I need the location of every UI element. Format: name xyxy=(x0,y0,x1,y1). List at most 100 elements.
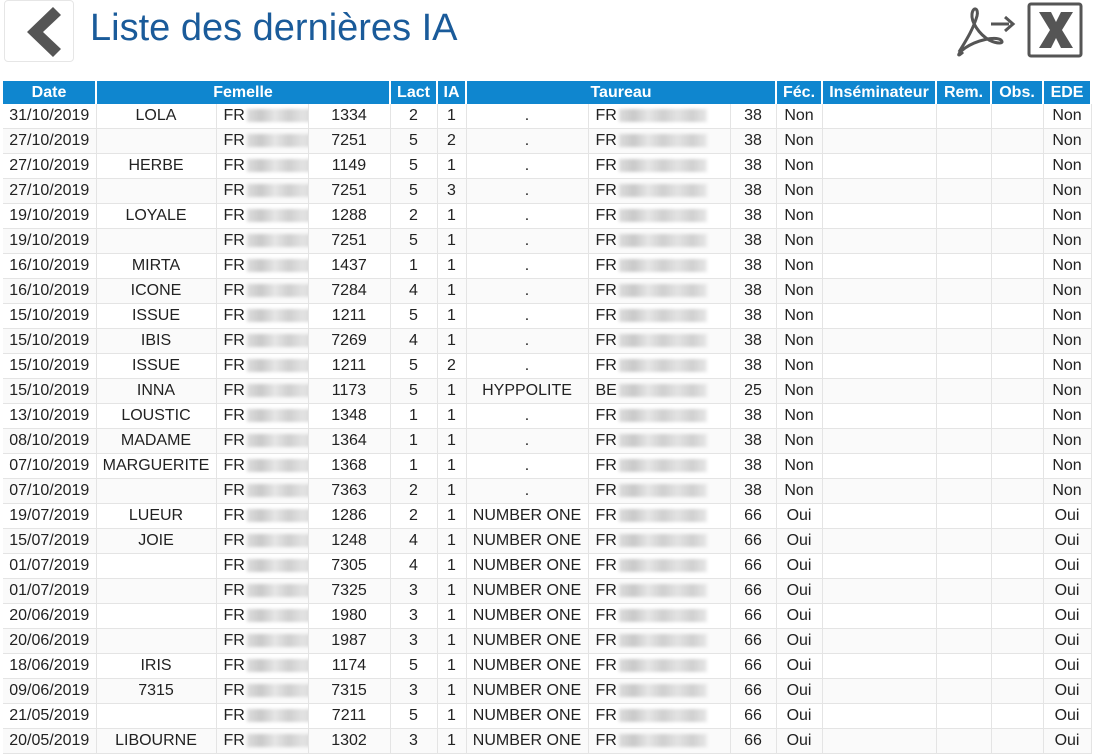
table-row[interactable]: 19/07/2019 LUEUR FR 1286 2 1 NUMBER ONE FR 66 Oui… xyxy=(3,503,1092,529)
cell-femelle-name xyxy=(96,128,217,154)
cell-taureau-name: . xyxy=(466,178,589,204)
cell-fec: Non xyxy=(776,178,823,204)
cell-taureau-code: 38 xyxy=(730,203,777,229)
redacted-id xyxy=(618,284,707,298)
cell-taureau-code: 66 xyxy=(730,703,777,729)
table-row[interactable]: 19/10/2019 LOYALE FR 1288 2 1. FR 38 Non Non xyxy=(3,203,1092,229)
cell-inseminateur xyxy=(822,728,937,754)
table-row[interactable]: 07/10/2019 MARGUERITE FR 1368 1 1. FR 38 Non Non xyxy=(3,453,1092,479)
cell-rem xyxy=(936,478,992,504)
redacted-id xyxy=(618,134,707,148)
cell-date: 15/07/2019 xyxy=(3,528,97,554)
cell-rem xyxy=(936,278,992,304)
col-lact[interactable]: Lact xyxy=(390,81,438,104)
cell-fec: Non xyxy=(776,203,823,229)
export-pdf-button[interactable] xyxy=(951,2,1021,58)
table-row[interactable]: 27/10/2019 FR 7251 5 2. FR 38 Non Non xyxy=(3,128,1092,154)
cell-fec: Non xyxy=(776,478,823,504)
cell-rem xyxy=(936,128,992,154)
table-row[interactable]: 16/10/2019 MIRTA FR 1437 1 1. FR 38 Non Non xyxy=(3,253,1092,279)
cell-ia: 1 xyxy=(437,653,467,679)
table-row[interactable]: 15/07/2019 JOIE FR 1248 4 1 NUMBER ONE FR 66 Oui O… xyxy=(3,528,1092,554)
col-taureau[interactable]: Taureau xyxy=(466,81,778,104)
cell-date: 21/05/2019 xyxy=(3,703,97,729)
cell-obs xyxy=(991,178,1044,204)
cell-taureau-name: . xyxy=(466,278,589,304)
cell-inseminateur xyxy=(822,528,937,554)
table-row[interactable]: 08/10/2019 MADAME FR 1364 1 1. FR 38 Non Non xyxy=(3,428,1092,454)
table-row[interactable]: 01/07/2019 FR 7305 4 1 NUMBER ONE FR 66 Oui Oui xyxy=(3,553,1092,579)
cell-taureau-name: HYPPOLITE xyxy=(466,378,589,404)
export-excel-button[interactable] xyxy=(1027,2,1085,58)
redacted-id xyxy=(246,534,307,548)
col-date[interactable]: Date xyxy=(3,81,97,104)
table-row[interactable]: 15/10/2019 IBIS FR 7269 4 1. FR 38 Non Non xyxy=(3,328,1092,354)
cell-ia: 1 xyxy=(437,503,467,529)
table-row[interactable]: 15/10/2019 ISSUE FR 1211 5 1. FR 38 Non Non xyxy=(3,303,1092,329)
cell-femelle-name xyxy=(96,628,217,654)
table-row[interactable]: 16/10/2019 ICONE FR 7284 4 1. FR 38 Non Non xyxy=(3,278,1092,304)
table-row[interactable]: 07/10/2019 FR 7363 2 1. FR 38 Non Non xyxy=(3,478,1092,504)
cell-obs xyxy=(991,253,1044,279)
table-row[interactable]: 27/10/2019 HERBE FR 1149 5 1. FR 38 Non Non xyxy=(3,153,1092,179)
cell-ede: Non xyxy=(1043,403,1092,429)
cell-femelle-num: 1211 xyxy=(308,303,391,329)
cell-ede: Non xyxy=(1043,203,1092,229)
cell-taureau-name: . xyxy=(466,428,589,454)
cell-femelle-num: 1987 xyxy=(308,628,391,654)
cell-lact: 2 xyxy=(390,503,438,529)
table-row[interactable]: 31/10/2019 LOLA FR 1334 2 1. FR 38 Non Non xyxy=(3,104,1092,129)
table-row[interactable]: 13/10/2019 LOUSTIC FR 1348 1 1. FR 38 Non Non xyxy=(3,403,1092,429)
cell-date: 19/07/2019 xyxy=(3,503,97,529)
cell-ede: Oui xyxy=(1043,678,1092,704)
cell-fec: Non xyxy=(776,253,823,279)
cell-femelle-num: 7251 xyxy=(308,178,391,204)
cell-femelle-id: FR xyxy=(216,478,309,504)
redacted-id xyxy=(246,259,307,273)
col-inseminateur[interactable]: Inséminateur xyxy=(822,81,938,104)
cell-femelle-name xyxy=(96,703,217,729)
cell-inseminateur xyxy=(822,603,937,629)
cell-lact: 3 xyxy=(390,578,438,604)
cell-lact: 3 xyxy=(390,628,438,654)
cell-date: 27/10/2019 xyxy=(3,178,97,204)
table-row[interactable]: 01/07/2019 FR 7325 3 1 NUMBER ONE FR 66 Oui Oui xyxy=(3,578,1092,604)
cell-ia: 1 xyxy=(437,703,467,729)
back-button[interactable] xyxy=(4,0,74,62)
redacted-id xyxy=(246,134,307,148)
col-ia[interactable]: IA xyxy=(437,81,467,104)
cell-taureau-name: NUMBER ONE xyxy=(466,503,589,529)
cell-ede: Oui xyxy=(1043,728,1092,754)
col-femelle[interactable]: Femelle xyxy=(96,81,391,104)
cell-fec: Non xyxy=(776,153,823,179)
cell-taureau-name: NUMBER ONE xyxy=(466,678,589,704)
cell-taureau-name: . xyxy=(466,353,589,379)
table-row[interactable]: 20/05/2019 LIBOURNE FR 1302 3 1 NUMBER ONE FR 66… xyxy=(3,728,1092,754)
cell-inseminateur xyxy=(822,203,937,229)
cell-ede: Oui xyxy=(1043,528,1092,554)
col-ede[interactable]: EDE xyxy=(1043,81,1093,104)
cell-inseminateur xyxy=(822,403,937,429)
table-row[interactable]: 20/06/2019 FR 1980 3 1 NUMBER ONE FR 66 Oui Oui xyxy=(3,603,1092,629)
cell-femelle-name: LIBOURNE xyxy=(96,728,217,754)
col-rem[interactable]: Rem. xyxy=(936,81,993,104)
table-row[interactable]: 18/06/2019 IRIS FR 1174 5 1 NUMBER ONE FR 66 Oui O… xyxy=(3,653,1092,679)
table-row[interactable]: 15/10/2019 ISSUE FR 1211 5 2. FR 38 Non Non xyxy=(3,353,1092,379)
cell-taureau-id: FR xyxy=(588,104,731,129)
cell-femelle-num: 1334 xyxy=(308,104,391,129)
cell-rem xyxy=(936,378,992,404)
cell-taureau-code: 38 xyxy=(730,228,777,254)
table-row[interactable]: 15/10/2019 INNA FR 1173 5 1 HYPPOLITE BE 25 Non No… xyxy=(3,378,1092,404)
col-obs[interactable]: Obs. xyxy=(991,81,1045,104)
table-row[interactable]: 09/06/2019 7315 FR 7315 3 1 NUMBER ONE FR 66 Oui O… xyxy=(3,678,1092,704)
cell-rem xyxy=(936,328,992,354)
table-row[interactable]: 19/10/2019 FR 7251 5 1. FR 38 Non Non xyxy=(3,228,1092,254)
cell-obs xyxy=(991,128,1044,154)
pdf-export-icon xyxy=(957,7,1016,57)
cell-taureau-id: FR xyxy=(588,478,731,504)
table-row[interactable]: 20/06/2019 FR 1987 3 1 NUMBER ONE FR 66 Oui Oui xyxy=(3,628,1092,654)
col-fec[interactable]: Féc. xyxy=(776,81,824,104)
table-row[interactable]: 21/05/2019 FR 7211 5 1 NUMBER ONE FR 66 Oui Oui xyxy=(3,703,1092,729)
table-row[interactable]: 27/10/2019 FR 7251 5 3. FR 38 Non Non xyxy=(3,178,1092,204)
cell-taureau-id: FR xyxy=(588,153,731,179)
